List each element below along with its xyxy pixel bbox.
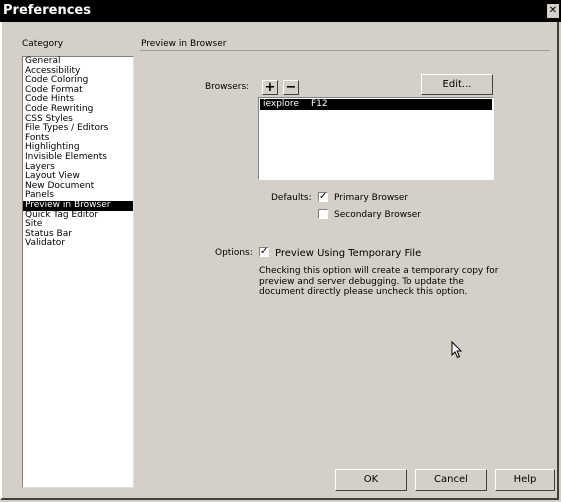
secondary-browser-label: Secondary Browser <box>334 210 421 220</box>
browser-list[interactable]: iexplore F12 <box>258 97 494 180</box>
category-list[interactable]: General Accessibility Code Coloring Code Fo… <box>22 56 134 488</box>
primary-browser-label: Primary Browser <box>334 193 409 203</box>
help-button[interactable]: Help <box>495 469 555 491</box>
category-label: Category <box>22 39 64 49</box>
browser-list-item[interactable]: iexplore F12 <box>260 99 492 110</box>
category-item[interactable]: Validator <box>23 239 133 249</box>
cancel-button[interactable]: Cancel <box>415 469 487 491</box>
panel-heading: Preview in Browser <box>141 39 227 49</box>
browser-shortcut: F12 <box>310 99 328 109</box>
browsers-label: Browsers: <box>205 82 250 92</box>
add-browser-button[interactable]: + <box>262 80 278 95</box>
secondary-browser-checkbox[interactable] <box>318 209 328 219</box>
browser-name: iexplore <box>263 99 299 109</box>
ok-button[interactable]: OK <box>335 469 407 491</box>
temp-file-label: Preview Using Temporary File <box>275 248 422 259</box>
options-label: Options: <box>215 248 253 258</box>
defaults-label: Defaults: <box>271 193 312 203</box>
heading-divider <box>140 50 550 51</box>
mouse-pointer-icon <box>451 340 463 362</box>
remove-browser-button[interactable]: − <box>283 80 299 95</box>
window-title: Preferences <box>3 3 91 18</box>
temp-file-checkbox[interactable]: ✓ <box>259 247 269 257</box>
primary-browser-checkbox[interactable]: ✓ <box>318 192 328 202</box>
title-bar: Preferences ✕ <box>0 0 561 22</box>
close-icon[interactable]: ✕ <box>547 4 559 18</box>
temp-file-description: Checking this option will create a tempo… <box>259 266 499 297</box>
edit-browser-button[interactable]: Edit... <box>421 74 493 95</box>
